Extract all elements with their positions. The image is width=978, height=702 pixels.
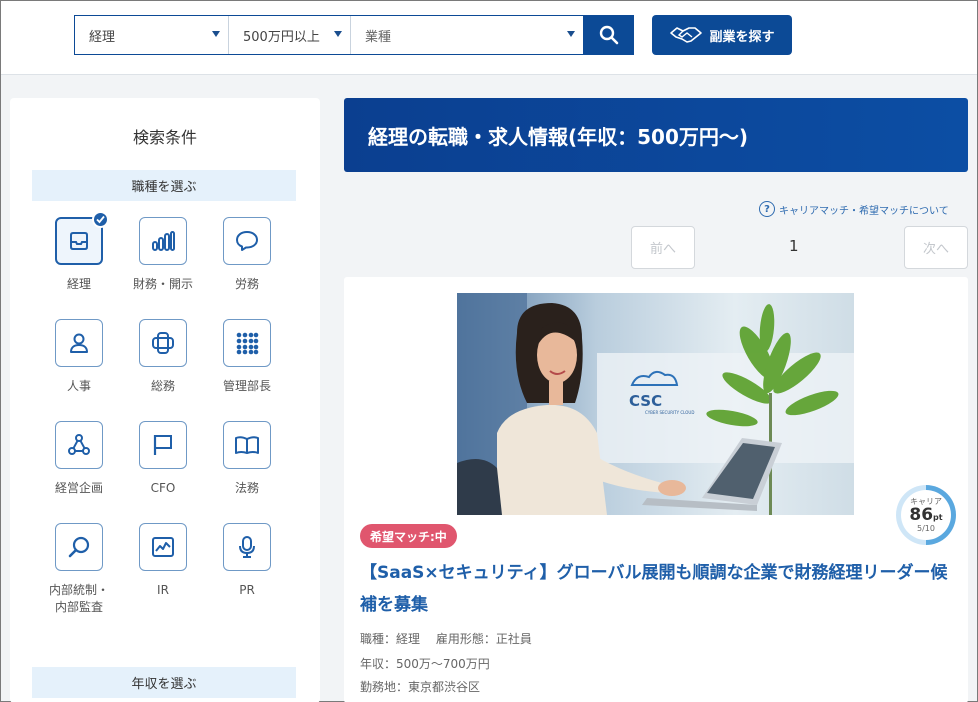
industry-select[interactable]: 業種 xyxy=(351,16,583,54)
category-general-affairs[interactable]: 総務 xyxy=(123,319,203,395)
category-tile xyxy=(55,319,103,367)
caret-down-icon xyxy=(334,31,342,37)
category-labor[interactable]: 労務 xyxy=(207,217,287,293)
job-title-link[interactable]: 【SaaS×セキュリティ】グローバル展開も順調な企業で財務経理リーダー候補を募集 xyxy=(360,557,952,621)
job-card[interactable]: CSC CYBER SECURITY CLOUD キャリア 86pt 5/10 … xyxy=(344,277,968,702)
category-admin-manager[interactable]: 管理部長 xyxy=(207,319,287,395)
career-match-score: キャリア 86pt 5/10 xyxy=(896,485,956,545)
company-logo-text: CSC xyxy=(629,392,662,410)
category-finance[interactable]: 財務・開示 xyxy=(123,217,203,293)
office-photo-illustration: CSC CYBER SECURITY CLOUD xyxy=(457,293,854,515)
top-bar: 経理 500万円以上 業種 副業を探す xyxy=(1,1,977,75)
match-help-link[interactable]: ? キャリアマッチ・希望マッチについて xyxy=(759,201,949,217)
selected-check-icon xyxy=(92,211,109,228)
category-tile xyxy=(223,319,271,367)
industry-placeholder: 業種 xyxy=(365,29,392,45)
help-link-label: キャリアマッチ・希望マッチについて xyxy=(779,205,949,217)
side-job-label: 副業を探す xyxy=(709,29,775,45)
category-tile xyxy=(139,217,187,265)
salary-section-header: 年収を選ぶ xyxy=(32,667,296,698)
network-icon xyxy=(68,434,90,455)
category-tile xyxy=(139,319,187,367)
company-logo-subtext: CYBER SECURITY CLOUD xyxy=(645,410,694,415)
hope-match-badge: 希望マッチ:中 xyxy=(360,524,457,548)
category-label: 内部統制・ 内部監査 xyxy=(39,582,119,616)
bar-chart-icon xyxy=(152,231,175,251)
current-page: 1 xyxy=(789,237,799,255)
cross-box-icon xyxy=(152,332,174,354)
category-label: 経営企画 xyxy=(54,481,103,495)
category-corporate-planning[interactable]: 経営企画 xyxy=(39,421,119,497)
category-internal-control[interactable]: 内部統制・ 内部監査 xyxy=(39,523,119,616)
grid-icon xyxy=(236,332,259,355)
search-button[interactable] xyxy=(584,15,634,55)
job-section-header: 職種を選ぶ xyxy=(32,170,296,201)
job-salary-line: 年収：500万〜700万円 xyxy=(360,657,490,671)
category-accounting[interactable]: 経理 xyxy=(39,211,119,293)
question-icon: ? xyxy=(759,201,775,217)
category-tile xyxy=(139,523,187,571)
category-legal[interactable]: 法務 xyxy=(207,421,287,497)
score-number: 86 xyxy=(909,504,934,525)
score-value: 86pt xyxy=(909,504,943,525)
inbox-icon xyxy=(70,232,88,250)
flag-icon xyxy=(153,435,172,455)
salary-select[interactable]: 500万円以上 xyxy=(229,16,351,54)
panel-title: 検索条件 xyxy=(132,128,197,147)
search-icon xyxy=(599,25,619,45)
category-ir[interactable]: IR xyxy=(123,523,203,599)
page-title: 経理の転職・求人情報(年収：500万円〜) xyxy=(344,98,968,172)
salary-value: 500万円以上 xyxy=(243,29,320,45)
score-rank: 5/10 xyxy=(917,523,935,533)
score-inner: キャリア 86pt 5/10 xyxy=(901,490,951,540)
search-form: 経理 500万円以上 業種 xyxy=(74,15,584,55)
category-tile xyxy=(55,523,103,571)
job-type-line: 職種：経理 雇用形態：正社員 xyxy=(360,632,532,646)
microphone-icon xyxy=(239,536,255,558)
category-hr[interactable]: 人事 xyxy=(39,319,119,395)
category-label: PR xyxy=(239,583,255,597)
caret-down-icon xyxy=(212,31,220,37)
category-tile xyxy=(223,421,271,469)
category-label: 管理部長 xyxy=(222,379,271,393)
handshake-icon xyxy=(670,27,703,43)
category-tile xyxy=(55,421,103,469)
category-label: CFO xyxy=(150,481,176,495)
book-icon xyxy=(235,436,259,454)
category-label: 財務・開示 xyxy=(132,277,193,291)
search-conditions-panel: 検索条件 職種を選ぶ 経理 財務・開示 労務 人事 総務 管理部長 経営企画 C… xyxy=(10,98,320,702)
speech-bubble-icon xyxy=(236,231,258,251)
category-label: 労務 xyxy=(234,277,259,291)
line-chart-icon xyxy=(152,537,174,557)
category-label: 人事 xyxy=(66,379,91,393)
category-label-line1: 内部統制・ xyxy=(48,583,109,597)
category-tile xyxy=(55,211,109,265)
category-label-line2: 内部監査 xyxy=(54,600,103,614)
page-heading: 経理の転職・求人情報(年収：500万円〜) xyxy=(368,124,749,149)
job-type-value: 経理 xyxy=(89,29,116,45)
category-label: 経理 xyxy=(66,277,91,291)
magnifier-icon xyxy=(68,536,90,558)
job-type-select[interactable]: 経理 xyxy=(75,16,229,54)
category-label: 総務 xyxy=(150,379,175,393)
category-pr[interactable]: PR xyxy=(207,523,287,599)
category-label: 法務 xyxy=(234,481,259,495)
category-tile xyxy=(139,421,187,469)
category-cfo[interactable]: CFO xyxy=(123,421,203,497)
category-tile xyxy=(223,523,271,571)
score-unit: pt xyxy=(933,512,943,522)
prev-page-button[interactable]: 前へ xyxy=(631,226,695,269)
next-page-button[interactable]: 次へ xyxy=(904,226,968,269)
job-photo[interactable]: CSC CYBER SECURITY CLOUD xyxy=(457,293,854,515)
job-location-line: 勤務地：東京都渋谷区 xyxy=(360,680,481,694)
side-job-button[interactable]: 副業を探す xyxy=(652,15,792,55)
caret-down-icon xyxy=(567,31,575,37)
category-tile xyxy=(223,217,271,265)
category-label: IR xyxy=(157,583,169,597)
person-icon xyxy=(70,333,88,353)
